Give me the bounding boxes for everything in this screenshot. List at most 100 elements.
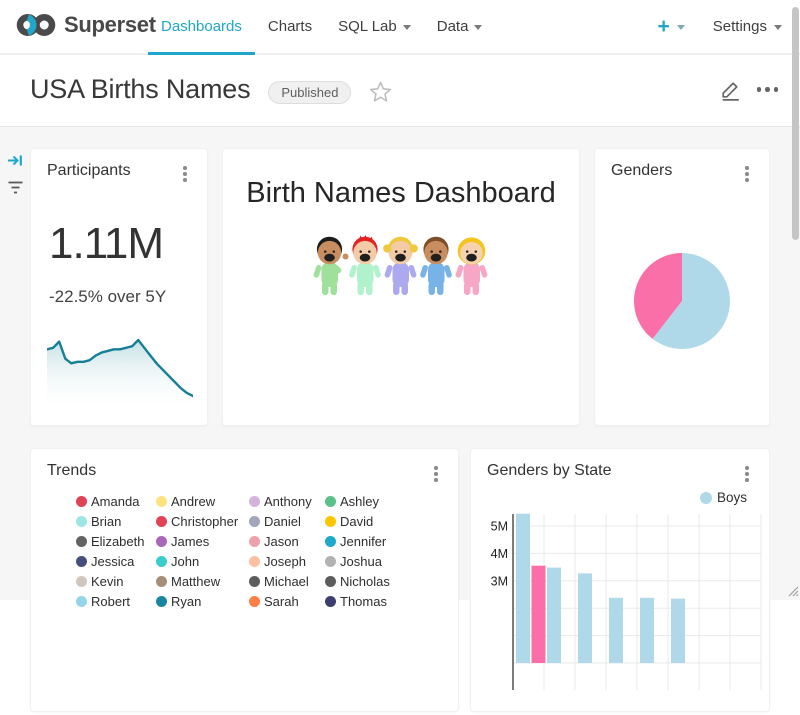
legend-label: Kevin [91, 574, 124, 589]
legend-swatch [76, 596, 87, 607]
legend-label: Ashley [340, 494, 379, 509]
legend-swatch [249, 576, 260, 587]
legend-item-robert[interactable]: Robert [76, 591, 156, 611]
more-options-icon[interactable] [757, 87, 779, 92]
chevron-down-icon [403, 25, 411, 30]
plus-icon: + [658, 16, 670, 37]
y-tick-label: 3M [491, 574, 508, 588]
markdown-title: Birth Names Dashboard [223, 177, 579, 210]
bar-boys[interactable] [516, 514, 530, 663]
nav-item-data[interactable]: Data [424, 0, 496, 53]
legend-item-david[interactable]: David [325, 511, 450, 531]
settings-menu[interactable]: Settings [713, 18, 782, 35]
legend-item-kevin[interactable]: Kevin [76, 571, 156, 591]
legend-item-christopher[interactable]: Christopher [156, 511, 249, 531]
nav-right: + Settings [658, 0, 782, 53]
nav-item-dashboards[interactable]: Dashboards [148, 0, 255, 53]
dashboard-header: USA Births Names Published [0, 53, 800, 127]
legend-swatch [76, 576, 87, 587]
legend-item-john[interactable]: John [156, 551, 249, 571]
expand-filter-bar-icon[interactable] [7, 152, 24, 169]
nav-item-charts[interactable]: Charts [255, 0, 325, 53]
vertical-scrollbar[interactable] [792, 7, 799, 240]
legend-label: Michael [264, 574, 309, 589]
edit-pencil-icon[interactable] [718, 77, 743, 102]
legend-item-jessica[interactable]: Jessica [76, 551, 156, 571]
legend-label: Christopher [171, 514, 238, 529]
card-genders-by-state: Genders by State Boys 5M4M3M [470, 448, 770, 712]
genders-by-state-bar-chart: 5M4M3M [471, 505, 769, 715]
legend-label: Boys [717, 490, 747, 505]
bar-boys[interactable] [671, 599, 685, 663]
legend-item-jason[interactable]: Jason [249, 531, 325, 551]
superset-logo[interactable]: Superset [15, 10, 156, 40]
chart-title: Trends [47, 462, 96, 480]
legend-item-anthony[interactable]: Anthony [249, 491, 325, 511]
legend-swatch [76, 536, 87, 547]
chevron-down-icon [474, 25, 482, 30]
bar-boys[interactable] [578, 573, 592, 663]
favorite-star-icon[interactable] [369, 80, 392, 103]
nav-item-label: Dashboards [161, 18, 242, 35]
legend-item-thomas[interactable]: Thomas [325, 591, 450, 611]
bar-boys[interactable] [609, 598, 623, 663]
legend-item-jennifer[interactable]: Jennifer [325, 531, 450, 551]
legend-item-matthew[interactable]: Matthew [156, 571, 249, 591]
dashboard-grid: Participants 1.11M -22.5% over 5Y Birth … [0, 126, 800, 600]
legend-item-joseph[interactable]: Joseph [249, 551, 325, 571]
legend-swatch [156, 496, 167, 507]
legend-label: Matthew [171, 574, 220, 589]
legend-label: Jason [264, 534, 299, 549]
legend-label: John [171, 554, 199, 569]
y-tick-label: 4M [491, 547, 508, 561]
legend-swatch [156, 536, 167, 547]
resize-grip-icon[interactable] [784, 582, 799, 597]
legend-item-ashley[interactable]: Ashley [325, 491, 450, 511]
brand-name: Superset [64, 12, 156, 38]
legend-item-sarah[interactable]: Sarah [249, 591, 325, 611]
legend-label: Andrew [171, 494, 215, 509]
legend-swatch [325, 496, 336, 507]
legend-item-michael[interactable]: Michael [249, 571, 325, 591]
legend-swatch [700, 492, 712, 504]
trends-legend: Amanda Andrew Anthony Ashley Brian Christophe… [76, 491, 450, 611]
legend-item-boys[interactable]: Boys [700, 490, 747, 505]
legend-item-joshua[interactable]: Joshua [325, 551, 450, 571]
chevron-down-icon [677, 25, 685, 30]
bar-boys[interactable] [547, 568, 561, 663]
page-title: USA Births Names [30, 74, 250, 105]
legend-item-amanda[interactable]: Amanda [76, 491, 156, 511]
legend-swatch [249, 516, 260, 527]
legend-swatch [156, 556, 167, 567]
legend-label: Elizabeth [91, 534, 144, 549]
bar-boys[interactable] [640, 598, 654, 663]
nav-item-label: SQL Lab [338, 18, 397, 35]
legend-item-nicholas[interactable]: Nicholas [325, 571, 450, 591]
nav-item-sql-lab[interactable]: SQL Lab [325, 0, 424, 53]
legend-item-ryan[interactable]: Ryan [156, 591, 249, 611]
legend-swatch [325, 556, 336, 567]
legend-swatch [156, 516, 167, 527]
legend-swatch [325, 516, 336, 527]
legend-item-daniel[interactable]: Daniel [249, 511, 325, 531]
legend-swatch [249, 596, 260, 607]
legend-item-andrew[interactable]: Andrew [156, 491, 249, 511]
legend-item-elizabeth[interactable]: Elizabeth [76, 531, 156, 551]
kebab-menu-icon[interactable] [181, 164, 189, 184]
legend-label: Joshua [340, 554, 382, 569]
kebab-menu-icon[interactable] [432, 464, 440, 484]
nav-item-label: Data [437, 18, 469, 35]
participants-sparkline-chart [47, 332, 193, 410]
legend-label: David [340, 514, 373, 529]
legend-label: Jennifer [340, 534, 386, 549]
legend-item-james[interactable]: James [156, 531, 249, 551]
legend-swatch [325, 536, 336, 547]
bar-girls[interactable] [532, 566, 546, 663]
new-item-button[interactable]: + [658, 16, 685, 37]
kebab-menu-icon[interactable] [743, 164, 751, 184]
filter-list-icon[interactable] [6, 180, 25, 195]
published-badge[interactable]: Published [268, 81, 351, 104]
kebab-menu-icon[interactable] [743, 464, 751, 484]
legend-label: Anthony [264, 494, 312, 509]
legend-item-brian[interactable]: Brian [76, 511, 156, 531]
